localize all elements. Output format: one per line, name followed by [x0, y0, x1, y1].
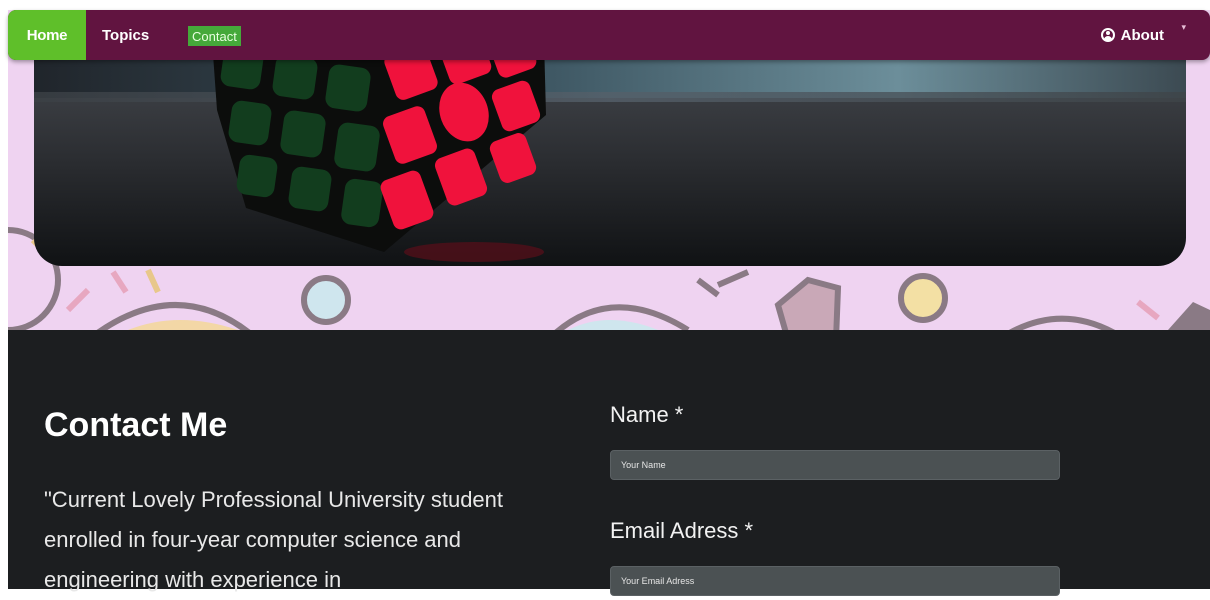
contact-title: Contact Me: [44, 406, 228, 444]
name-label: Name *: [610, 402, 684, 427]
rubiks-cube-illustration: [212, 40, 546, 262]
contact-bio: "Current Lovely Professional University …: [44, 487, 504, 592]
user-circle-icon: [1100, 28, 1115, 42]
email-input[interactable]: [610, 566, 1060, 596]
caret-down-icon[interactable]: ▾: [1181, 22, 1186, 33]
name-input[interactable]: [610, 450, 1060, 480]
contact-section: Contact Me "Current Lovely Professional …: [8, 330, 1210, 596]
hero-image: [34, 40, 1186, 266]
nav-about-label: About: [1120, 26, 1164, 44]
nav-home-link[interactable]: Home: [8, 10, 86, 60]
email-label: Email Adress *: [610, 518, 754, 543]
nav-about-link[interactable]: About: [1100, 10, 1164, 60]
nav-contact-link[interactable]: Contact: [188, 26, 241, 46]
nav-topics-link[interactable]: Topics: [102, 10, 149, 60]
navbar: Home Topics Contact About ▾: [8, 10, 1210, 60]
